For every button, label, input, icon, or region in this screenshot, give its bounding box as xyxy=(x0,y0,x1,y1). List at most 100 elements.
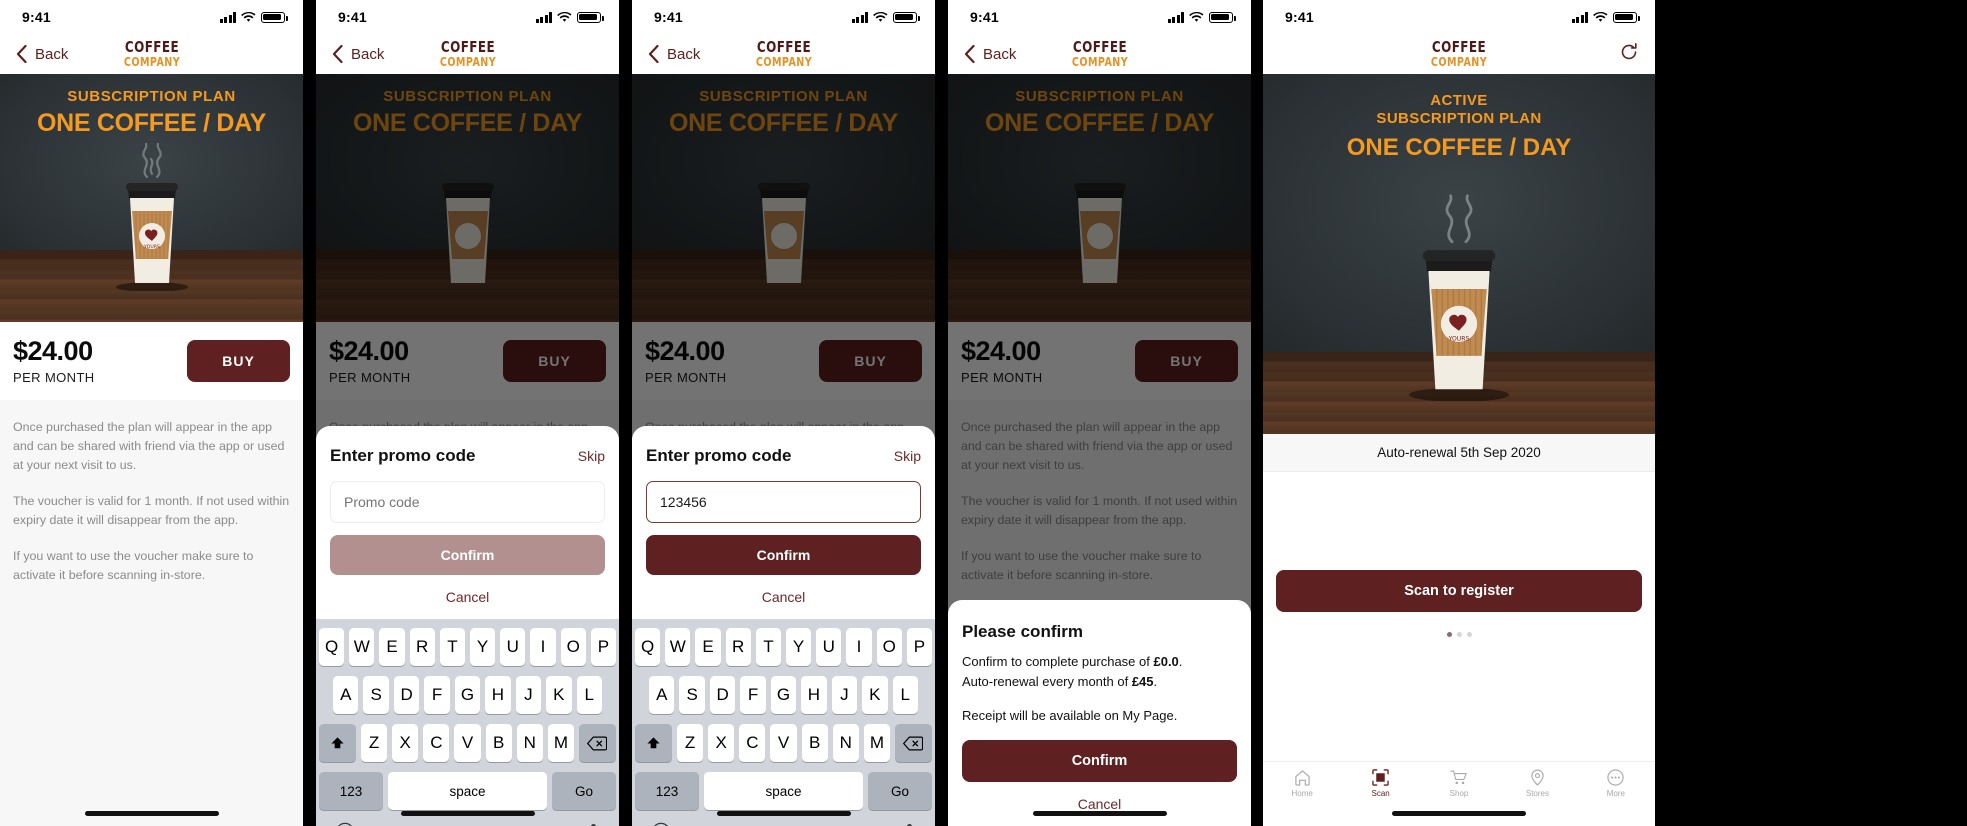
key-c[interactable]: C xyxy=(739,724,766,762)
tab-stores[interactable]: Stores xyxy=(1498,769,1576,798)
back-button[interactable]: Back xyxy=(16,45,68,63)
key-x[interactable]: X xyxy=(392,724,419,762)
page-dot-1[interactable] xyxy=(1446,632,1452,637)
refresh-button[interactable] xyxy=(1619,42,1639,67)
key-o[interactable]: O xyxy=(560,628,586,666)
skip-button[interactable]: Skip xyxy=(894,448,921,464)
key-y[interactable]: Y xyxy=(786,628,812,666)
key-h[interactable]: H xyxy=(485,676,511,714)
key-x[interactable]: X xyxy=(708,724,735,762)
key-r[interactable]: R xyxy=(409,628,435,666)
key-t[interactable]: T xyxy=(755,628,781,666)
key-v[interactable]: V xyxy=(770,724,797,762)
backspace-key[interactable] xyxy=(894,724,932,762)
key-e[interactable]: E xyxy=(695,628,721,666)
alert-title: Please confirm xyxy=(962,622,1083,641)
tab-home[interactable]: Home xyxy=(1263,769,1341,798)
promo-sheet-header: Enter promo code Skip xyxy=(646,446,921,466)
skip-button[interactable]: Skip xyxy=(578,448,605,464)
key-n[interactable]: N xyxy=(516,724,543,762)
cellular-signal-icon xyxy=(1571,11,1588,23)
promo-code-input[interactable] xyxy=(646,481,921,523)
tab-shop[interactable]: Shop xyxy=(1420,769,1498,798)
key-g[interactable]: G xyxy=(770,676,797,714)
key-v[interactable]: V xyxy=(454,724,481,762)
page-dot-3[interactable] xyxy=(1466,632,1472,637)
key-z[interactable]: Z xyxy=(361,724,388,762)
tab-scan[interactable]: Scan xyxy=(1341,769,1419,798)
back-button[interactable]: Back xyxy=(648,45,700,63)
key-b[interactable]: B xyxy=(485,724,512,762)
key-s[interactable]: S xyxy=(679,676,705,714)
promo-cancel-button[interactable]: Cancel xyxy=(330,589,605,619)
alert-confirm-button[interactable]: Confirm xyxy=(962,740,1237,782)
key-a[interactable]: A xyxy=(333,676,359,714)
panel-gap xyxy=(1251,0,1263,826)
key-n[interactable]: N xyxy=(832,724,859,762)
shift-key[interactable] xyxy=(319,724,356,762)
key-g[interactable]: G xyxy=(454,676,481,714)
shift-key[interactable] xyxy=(635,724,672,762)
key-h[interactable]: H xyxy=(801,676,827,714)
key-q[interactable]: Q xyxy=(634,628,661,666)
key-i[interactable]: I xyxy=(846,628,872,666)
key-w[interactable]: W xyxy=(349,628,375,666)
emoji-icon[interactable] xyxy=(651,822,671,826)
go-key[interactable]: Go xyxy=(552,772,616,810)
promo-confirm-button[interactable]: Confirm xyxy=(330,535,605,575)
key-i[interactable]: I xyxy=(530,628,556,666)
go-key[interactable]: Go xyxy=(868,772,932,810)
key-e[interactable]: E xyxy=(379,628,405,666)
key-j[interactable]: J xyxy=(831,676,858,714)
tab-more-label: More xyxy=(1606,789,1625,798)
status-bar: 9:41 xyxy=(0,0,303,34)
key-z[interactable]: Z xyxy=(677,724,704,762)
backspace-key[interactable] xyxy=(578,724,616,762)
tab-more[interactable]: More xyxy=(1577,769,1655,798)
key-s[interactable]: S xyxy=(363,676,389,714)
key-k[interactable]: K xyxy=(546,676,572,714)
space-key[interactable]: space xyxy=(388,772,547,810)
key-l[interactable]: L xyxy=(892,676,918,714)
key-d[interactable]: D xyxy=(393,676,420,714)
promo-cancel-button[interactable]: Cancel xyxy=(646,589,921,619)
key-m[interactable]: M xyxy=(863,724,890,762)
key-l[interactable]: L xyxy=(576,676,602,714)
key-w[interactable]: W xyxy=(665,628,691,666)
key-b[interactable]: B xyxy=(801,724,828,762)
numbers-key[interactable]: 123 xyxy=(319,772,383,810)
home-indicator xyxy=(1032,811,1167,816)
key-k[interactable]: K xyxy=(862,676,888,714)
numbers-key[interactable]: 123 xyxy=(635,772,699,810)
microphone-icon[interactable] xyxy=(903,823,916,826)
key-y[interactable]: Y xyxy=(470,628,496,666)
key-m[interactable]: M xyxy=(547,724,574,762)
promo-code-input[interactable] xyxy=(330,481,605,523)
nav-bar: Back COFFEE COMPANY xyxy=(316,34,619,74)
buy-button[interactable]: BUY xyxy=(187,340,290,382)
page-dot-2[interactable] xyxy=(1456,632,1462,637)
space-key[interactable]: space xyxy=(704,772,863,810)
brand-logo: COFFEE COMPANY xyxy=(432,40,502,69)
scan-to-register-button[interactable]: Scan to register xyxy=(1276,570,1642,612)
key-p[interactable]: P xyxy=(906,628,933,666)
promo-confirm-button[interactable]: Confirm xyxy=(646,535,921,575)
emoji-icon[interactable] xyxy=(335,822,355,826)
key-f[interactable]: F xyxy=(740,676,766,714)
key-t[interactable]: T xyxy=(439,628,465,666)
key-c[interactable]: C xyxy=(423,724,450,762)
key-u[interactable]: U xyxy=(816,628,842,666)
key-d[interactable]: D xyxy=(709,676,736,714)
key-q[interactable]: Q xyxy=(318,628,345,666)
microphone-icon[interactable] xyxy=(587,823,600,826)
key-f[interactable]: F xyxy=(424,676,450,714)
keyboard-row-3: Z X C V B N M xyxy=(635,724,932,762)
key-u[interactable]: U xyxy=(500,628,526,666)
key-j[interactable]: J xyxy=(515,676,542,714)
back-button[interactable]: Back xyxy=(964,45,1016,63)
key-o[interactable]: O xyxy=(876,628,902,666)
key-r[interactable]: R xyxy=(725,628,751,666)
back-button[interactable]: Back xyxy=(332,45,384,63)
key-p[interactable]: P xyxy=(590,628,617,666)
key-a[interactable]: A xyxy=(649,676,675,714)
